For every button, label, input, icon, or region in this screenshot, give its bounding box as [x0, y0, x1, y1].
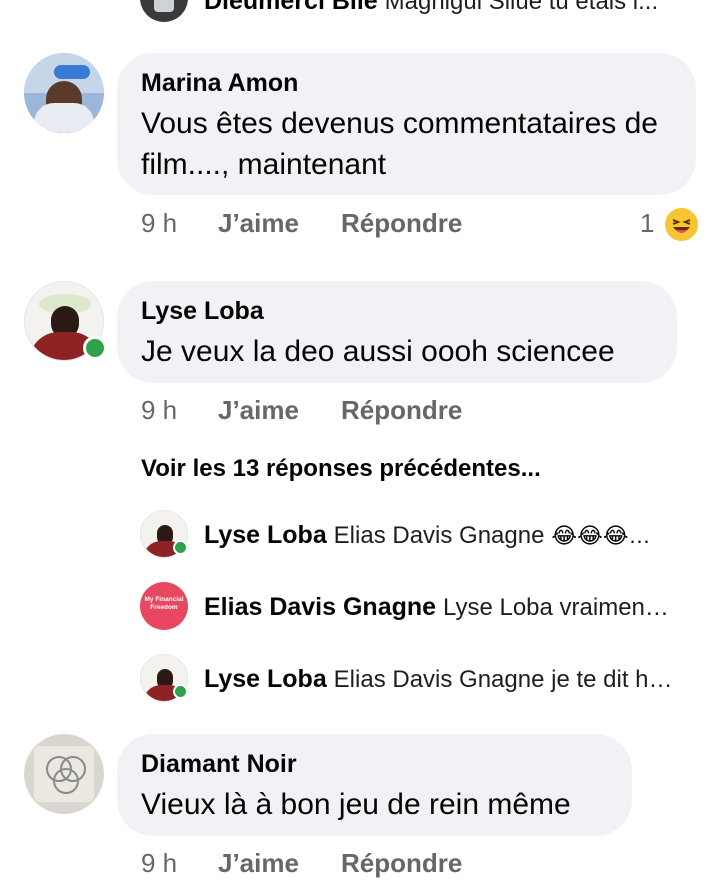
reply-text: Elias Davis Gnagne [333, 522, 545, 549]
avatar[interactable] [24, 734, 104, 814]
avatar[interactable]: My Financial Freedom [140, 582, 188, 630]
reply-text: Magnigui Silue tu étais l... [384, 0, 659, 15]
online-status-icon [173, 684, 188, 699]
reply-author[interactable]: Lyse Loba [204, 665, 327, 693]
view-previous-replies-link[interactable]: Voir les 13 réponses précédentes... [141, 455, 541, 483]
reply-button[interactable]: Répondre [341, 208, 462, 239]
comment-author[interactable]: Diamant Noir [141, 750, 297, 779]
reply-author[interactable]: Elias Davis Gnagne [204, 593, 436, 621]
reply-row[interactable]: Lyse Loba Elias Davis Gnagne 😂😂😂… [204, 519, 684, 552]
comment-time[interactable]: 9 h [141, 395, 177, 426]
reply-row-top[interactable]: Dieumerci Bile Magnigui Silue tu étais l… [204, 0, 684, 17]
reply-row[interactable]: Elias Davis Gnagne Lyse Loba vraimen… [204, 591, 684, 624]
comment-text: Vieux là à bon jeu de rein même [141, 788, 571, 821]
reaction-count[interactable]: 1 [640, 208, 654, 239]
tears-of-joy-emoji-icon: 😂😂😂… [551, 523, 651, 548]
online-status-icon [83, 336, 107, 360]
reply-text: Lyse Loba vraimen… [443, 594, 669, 621]
laughing-emoji-icon[interactable] [663, 206, 700, 243]
like-button[interactable]: J’aime [218, 208, 299, 239]
comment-time[interactable]: 9 h [141, 848, 177, 879]
comment-text: Je veux la deo aussi oooh sciencee [141, 335, 615, 368]
avatar[interactable] [140, 0, 188, 22]
reply-button[interactable]: Répondre [341, 848, 462, 879]
reply-row[interactable]: Lyse Loba Elias Davis Gnagne je te dit h… [204, 663, 684, 696]
reply-author[interactable]: Dieumerci Bile [204, 0, 378, 15]
comment-text: Vous êtes devenus commentataires de film… [141, 107, 658, 181]
online-status-icon [173, 540, 188, 555]
comment-author[interactable]: Marina Amon [141, 69, 298, 98]
reply-button[interactable]: Répondre [341, 395, 462, 426]
comment-time[interactable]: 9 h [141, 208, 177, 239]
avatar-label: My Financial Freedom [144, 596, 184, 611]
avatar[interactable] [24, 53, 104, 133]
like-button[interactable]: J’aime [218, 395, 299, 426]
comment-author[interactable]: Lyse Loba [141, 297, 264, 326]
reply-text: Elias Davis Gnagne je te dit h… [333, 666, 673, 693]
like-button[interactable]: J’aime [218, 848, 299, 879]
reply-author[interactable]: Lyse Loba [204, 521, 327, 549]
